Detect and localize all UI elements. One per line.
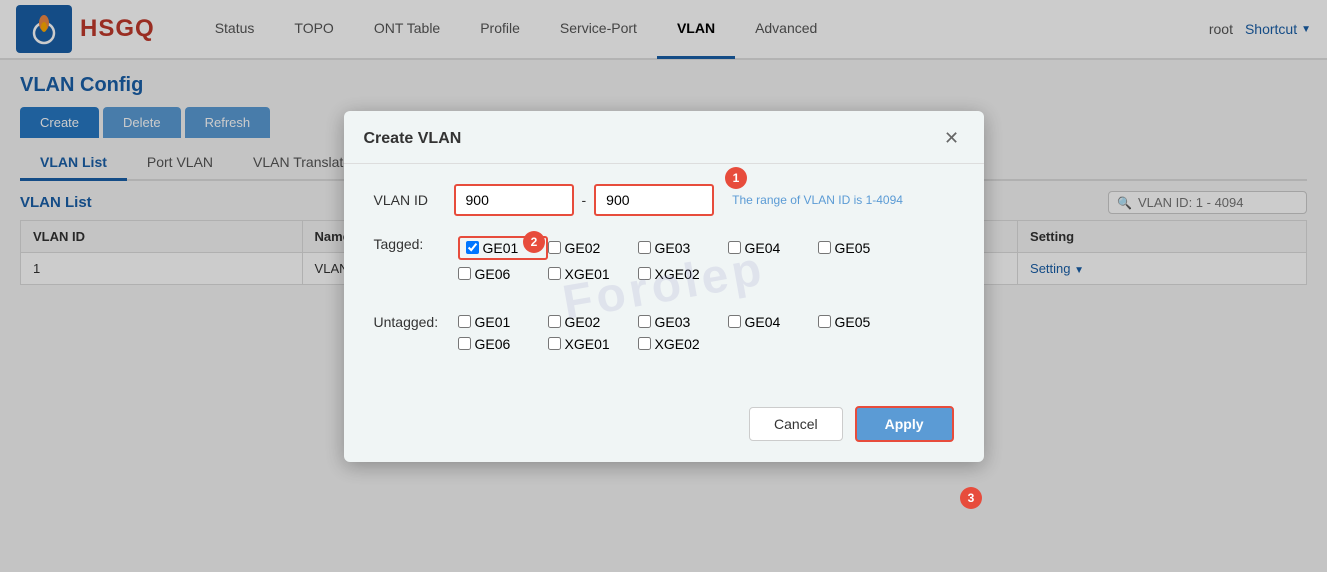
vlan-id-from-input[interactable] [454, 184, 574, 216]
tagged-ge01-checkbox[interactable] [466, 241, 479, 254]
untagged-ge06-item[interactable]: GE06 [458, 336, 548, 352]
untagged-ge02-item[interactable]: GE02 [548, 314, 638, 330]
tagged-ge02-checkbox[interactable] [548, 241, 561, 254]
untagged-xge01-checkbox[interactable] [548, 337, 561, 350]
vlan-id-inputs: - The range of VLAN ID is 1-4094 [454, 184, 903, 216]
tagged-row: Tagged: GE01 GE02 GE03 [374, 236, 954, 282]
untagged-ge06-checkbox[interactable] [458, 337, 471, 350]
tagged-ge03-checkbox[interactable] [638, 241, 651, 254]
untagged-label: Untagged: [374, 314, 454, 330]
tagged-ge05-checkbox[interactable] [818, 241, 831, 254]
untagged-ge03-checkbox[interactable] [638, 315, 651, 328]
vlan-range-hint: The range of VLAN ID is 1-4094 [732, 193, 903, 207]
tagged-xge02-checkbox[interactable] [638, 267, 651, 280]
tagged-xge01-checkbox[interactable] [548, 267, 561, 280]
untagged-ge04-checkbox[interactable] [728, 315, 741, 328]
untagged-ge02-checkbox[interactable] [548, 315, 561, 328]
untagged-ge05-item[interactable]: GE05 [818, 314, 908, 330]
tagged-ge06-item[interactable]: GE06 [458, 266, 548, 282]
modal-footer: Cancel Apply [344, 396, 984, 462]
badge-2: 2 [523, 231, 545, 253]
tagged-ge04-item[interactable]: GE04 [728, 240, 818, 256]
tagged-ports-row2: GE06 XGE01 XGE02 [458, 266, 908, 282]
tagged-ge03-item[interactable]: GE03 [638, 240, 728, 256]
vlan-id-label: VLAN ID [374, 192, 454, 208]
modal-overlay: Create VLAN ✕ VLAN ID - The range of VLA… [0, 0, 1327, 572]
untagged-xge02-checkbox[interactable] [638, 337, 651, 350]
badge-1: 1 [725, 167, 747, 189]
tagged-label: Tagged: [374, 236, 454, 252]
untagged-row: Untagged: GE01 GE02 GE03 [374, 314, 954, 352]
tagged-ge04-checkbox[interactable] [728, 241, 741, 254]
tagged-ge05-item[interactable]: GE05 [818, 240, 908, 256]
untagged-ports-row2: GE06 XGE01 XGE02 [458, 336, 908, 352]
close-button[interactable]: ✕ [940, 127, 964, 151]
untagged-ports-row1: GE01 GE02 GE03 GE04 [458, 314, 908, 330]
tagged-ge06-checkbox[interactable] [458, 267, 471, 280]
vlan-id-to-input[interactable] [594, 184, 714, 216]
untagged-xge02-item[interactable]: XGE02 [638, 336, 728, 352]
untagged-ge04-item[interactable]: GE04 [728, 314, 818, 330]
untagged-ge01-checkbox[interactable] [458, 315, 471, 328]
tagged-xge02-item[interactable]: XGE02 [638, 266, 728, 282]
tagged-ge02-item[interactable]: GE02 [548, 240, 638, 256]
tagged-xge01-item[interactable]: XGE01 [548, 266, 638, 282]
untagged-ge03-item[interactable]: GE03 [638, 314, 728, 330]
untagged-ge01-item[interactable]: GE01 [458, 314, 548, 330]
vlan-id-row: VLAN ID - The range of VLAN ID is 1-4094 [374, 184, 954, 216]
cancel-button[interactable]: Cancel [749, 407, 843, 441]
dash-separator: - [582, 192, 587, 208]
modal-body: VLAN ID - The range of VLAN ID is 1-4094… [344, 164, 984, 396]
create-vlan-modal: Create VLAN ✕ VLAN ID - The range of VLA… [344, 111, 984, 462]
untagged-xge01-item[interactable]: XGE01 [548, 336, 638, 352]
badge-3: 3 [960, 487, 982, 509]
modal-header: Create VLAN ✕ [344, 111, 984, 164]
modal-title: Create VLAN [364, 130, 462, 148]
apply-button[interactable]: Apply [855, 406, 954, 442]
untagged-ge05-checkbox[interactable] [818, 315, 831, 328]
